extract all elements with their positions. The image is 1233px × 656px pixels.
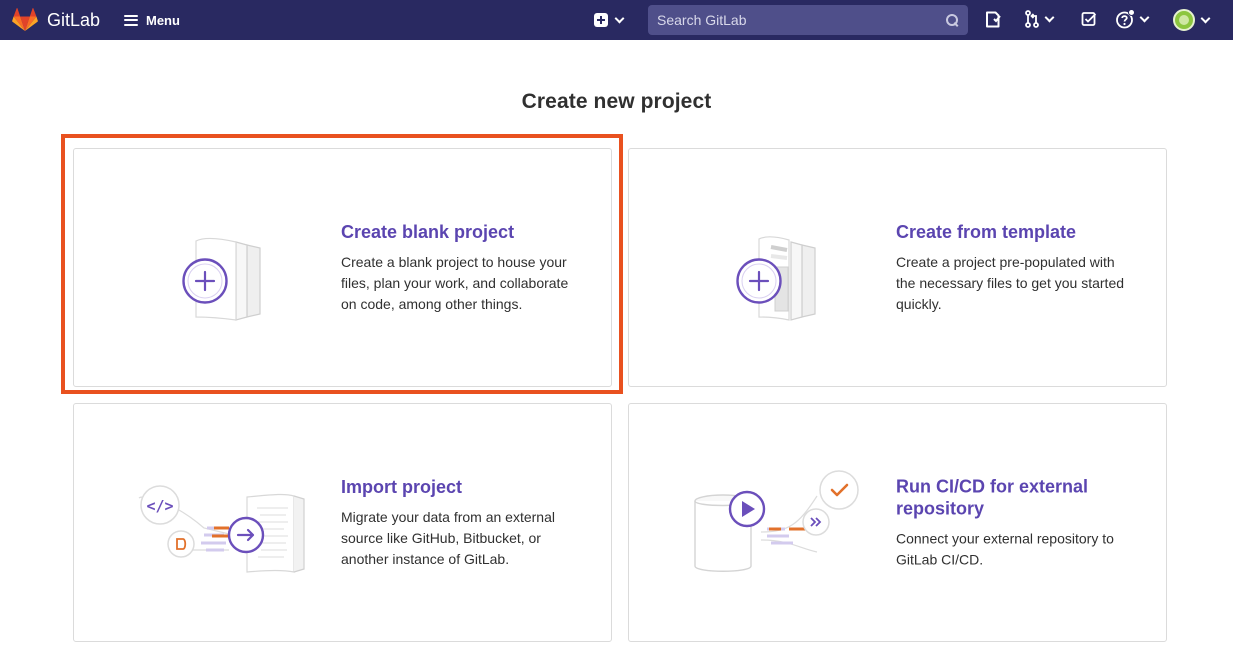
chevron-down-icon: [1200, 13, 1211, 23]
card-text: Run CI/CD for external repository Connec…: [896, 475, 1131, 570]
card-text: Import project Migrate your data from an…: [341, 476, 576, 570]
svg-text:</>: </>: [146, 497, 173, 515]
merge-request-icon: [1025, 10, 1039, 28]
card-title[interactable]: Create blank project: [341, 221, 576, 243]
merge-requests-button[interactable]: [1024, 10, 1055, 28]
template-project-illustration: [736, 235, 816, 321]
card-description: Migrate your data from an external sourc…: [341, 508, 555, 567]
card-text: Create from template Create a project pr…: [896, 221, 1131, 315]
card-description: Connect your external repository to GitL…: [896, 530, 1114, 567]
card-title[interactable]: Import project: [341, 476, 576, 498]
help-button[interactable]: [1116, 9, 1150, 29]
page-title: Create new project: [521, 90, 712, 113]
brand-name[interactable]: GitLab: [47, 8, 100, 32]
run-cicd-external-repo-card[interactable]: Run CI/CD for external repository Connec…: [628, 403, 1167, 642]
search-input[interactable]: Search GitLab: [648, 5, 968, 35]
menu-label: Menu: [146, 12, 180, 28]
search-icon: [946, 13, 959, 27]
import-project-illustration: </>: [138, 484, 305, 573]
issues-icon[interactable]: [985, 11, 1001, 28]
create-from-template-card[interactable]: Create from template Create a project pr…: [628, 148, 1167, 387]
search-placeholder: Search GitLab: [657, 12, 747, 28]
import-project-card[interactable]: </> Import project Migrate your data fro…: [73, 403, 612, 642]
cicd-project-illustration: [694, 469, 859, 572]
gitlab-logo-icon[interactable]: [12, 7, 38, 33]
todo-icon[interactable]: [1081, 11, 1097, 27]
user-menu-button[interactable]: [1173, 9, 1211, 31]
chevron-down-icon: [1139, 12, 1150, 22]
blank-project-illustration: [182, 237, 261, 321]
card-title[interactable]: Create from template: [896, 221, 1131, 243]
card-description: Create a project pre-populated with the …: [896, 253, 1125, 312]
card-title[interactable]: Run CI/CD for external repository: [896, 475, 1131, 519]
chevron-down-icon: [614, 13, 625, 23]
avatar: [1173, 9, 1195, 31]
card-text: Create blank project Create a blank proj…: [341, 221, 576, 315]
card-description: Create a blank project to house your fil…: [341, 253, 569, 312]
chevron-down-icon: [1044, 12, 1055, 22]
new-dropdown-button[interactable]: [594, 10, 625, 30]
top-navbar: GitLab Menu Search GitLab: [0, 0, 1233, 40]
menu-button[interactable]: Menu: [124, 9, 180, 31]
help-icon: [1116, 9, 1135, 29]
plus-square-icon: [594, 13, 608, 27]
create-blank-project-card[interactable]: Create blank project Create a blank proj…: [73, 148, 612, 387]
hamburger-icon: [124, 14, 138, 26]
